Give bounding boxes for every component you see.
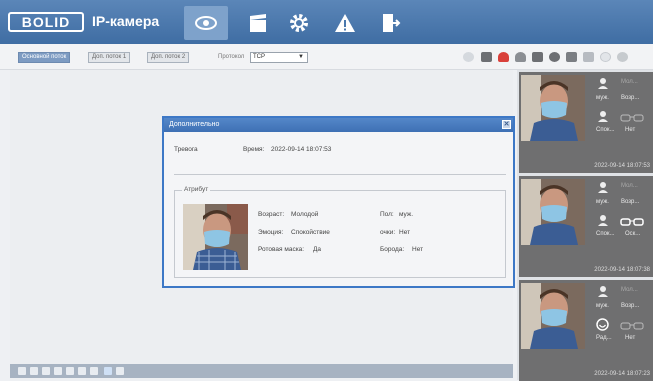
sub-stream-1-button[interactable]: Доп. поток 1 — [88, 52, 131, 63]
gear-icon — [290, 14, 308, 32]
zoom-icon[interactable] — [600, 52, 611, 62]
gender-value: муж. — [399, 211, 414, 218]
capture-list: Мол... муж. Возр... Спок... Нет 2022-09-… — [517, 70, 653, 381]
alarm-in-icon[interactable] — [515, 52, 526, 62]
capture-card[interactable]: Мол... муж. Возр... Спок... Оск... 2022-… — [519, 176, 653, 277]
emotion-label: Эмоция: — [258, 229, 284, 236]
protocol-label: Протокол — [218, 54, 245, 60]
nav-live-view[interactable] — [184, 6, 228, 40]
stop-icon[interactable] — [30, 367, 38, 375]
protocol-value: TCP — [253, 54, 265, 60]
face-detect-icon[interactable] — [104, 367, 112, 375]
clapperboard-icon — [250, 14, 266, 32]
nav-logout[interactable] — [368, 6, 412, 40]
capture-card[interactable]: Мол... муж. Возр... Рад... Нет 2022-09-1… — [519, 280, 653, 381]
age-attr: Мол... — [621, 79, 638, 85]
nav-settings[interactable] — [277, 6, 321, 40]
glasses-icon — [620, 114, 644, 122]
emotion-attr: Спок... — [596, 231, 615, 237]
audio-icon[interactable] — [549, 52, 560, 62]
nav-playback[interactable] — [236, 6, 280, 40]
gender-attr: муж. — [596, 95, 609, 101]
mask-value: Да — [313, 246, 322, 253]
logout-icon — [383, 14, 401, 32]
expand-icon[interactable] — [90, 367, 98, 375]
age-group-attr: Возр... — [621, 199, 640, 205]
alarm-label: Тревога — [174, 146, 198, 153]
fit-icon[interactable] — [78, 367, 86, 375]
warning-icon — [335, 14, 355, 32]
person-icon — [598, 215, 608, 226]
gender-attr: муж. — [596, 303, 609, 309]
capture-face-image — [521, 75, 585, 141]
dialog-header: Дополнительно ✕ — [164, 118, 513, 132]
glasses-attr: Нет — [625, 127, 636, 133]
top-bar: BOLID IP-камера — [0, 0, 653, 44]
app-title: IP-камера — [92, 13, 160, 29]
sub-stream-2-button[interactable]: Доп. поток 2 — [147, 52, 190, 63]
person-icon — [598, 111, 608, 122]
beard-value: Нет — [412, 246, 424, 253]
emotion-value: Спокойствие — [291, 229, 330, 236]
play-icon[interactable] — [18, 367, 26, 375]
video-controls-bar — [10, 364, 513, 378]
dialog-title: Дополнительно — [169, 121, 220, 128]
age-label: Возраст: — [258, 211, 285, 218]
capture-face-image — [521, 179, 585, 245]
stream-toolbar: Основной поток Доп. поток 1 Доп. поток 2… — [0, 44, 653, 70]
main-stream-button[interactable]: Основной поток — [18, 52, 71, 63]
face-photo — [183, 204, 248, 270]
divider — [174, 174, 506, 175]
glasses-icon — [620, 218, 644, 226]
grid-icon[interactable] — [42, 367, 50, 375]
eye-icon — [195, 16, 217, 30]
age-attr: Мол... — [621, 287, 638, 293]
capture-time: 2022-09-14 18:07:23 — [594, 371, 650, 377]
alarm-output-icon[interactable] — [498, 52, 509, 62]
ptz-icon[interactable] — [463, 52, 474, 62]
glasses-attr: Оск... — [625, 231, 641, 237]
glasses-value: Нет — [399, 229, 411, 236]
snapshot-icon[interactable] — [481, 52, 492, 62]
protocol-select[interactable]: TCP ▼ — [250, 52, 308, 63]
fullscreen-icon[interactable] — [583, 52, 594, 62]
gender-attr: муж. — [596, 199, 609, 205]
brand-logo: BOLID — [8, 12, 84, 32]
person-icon — [598, 78, 608, 89]
emotion-attr: Спок... — [596, 127, 615, 133]
record-icon[interactable] — [532, 52, 543, 62]
emotion-attr: Рад... — [596, 335, 612, 341]
nav-alarm[interactable] — [323, 6, 367, 40]
chevron-down-icon: ▼ — [298, 54, 304, 60]
capture-time: 2022-09-14 18:07:38 — [594, 267, 650, 273]
image-icon[interactable] — [566, 52, 577, 62]
capture-time: 2022-09-14 18:07:53 — [594, 163, 650, 169]
person-icon — [598, 286, 608, 297]
attribute-group-label: Атрибут — [182, 186, 211, 193]
glasses-label: очки: — [380, 229, 396, 236]
person-icon — [598, 182, 608, 193]
zoom-in-icon[interactable] — [54, 367, 62, 375]
speaker-icon[interactable] — [617, 52, 628, 62]
age-group-attr: Возр... — [621, 95, 640, 101]
age-group-attr: Возр... — [621, 303, 640, 309]
close-icon[interactable]: ✕ — [502, 120, 511, 129]
capture-face-image — [521, 283, 585, 349]
age-value: Молодой — [291, 211, 319, 218]
age-attr: Мол... — [621, 183, 638, 189]
mask-label: Ротовая маска: — [258, 246, 305, 253]
gender-label: Пол: — [380, 211, 394, 218]
glasses-attr: Нет — [625, 335, 636, 341]
details-dialog: Дополнительно ✕ Тревога Время: 2022-09-1… — [162, 116, 515, 288]
ratio-icon[interactable] — [66, 367, 74, 375]
glasses-icon — [620, 322, 644, 330]
smile-icon — [596, 318, 609, 331]
beard-label: Борода: — [380, 246, 405, 253]
settings-small-icon[interactable] — [116, 367, 124, 375]
time-label: Время: — [243, 146, 265, 153]
time-value: 2022-09-14 18:07:53 — [271, 146, 332, 153]
capture-card[interactable]: Мол... муж. Возр... Спок... Нет 2022-09-… — [519, 72, 653, 173]
attribute-group: Атрибут Возраст: Молодой Эмоция: Спокойс… — [174, 186, 506, 278]
